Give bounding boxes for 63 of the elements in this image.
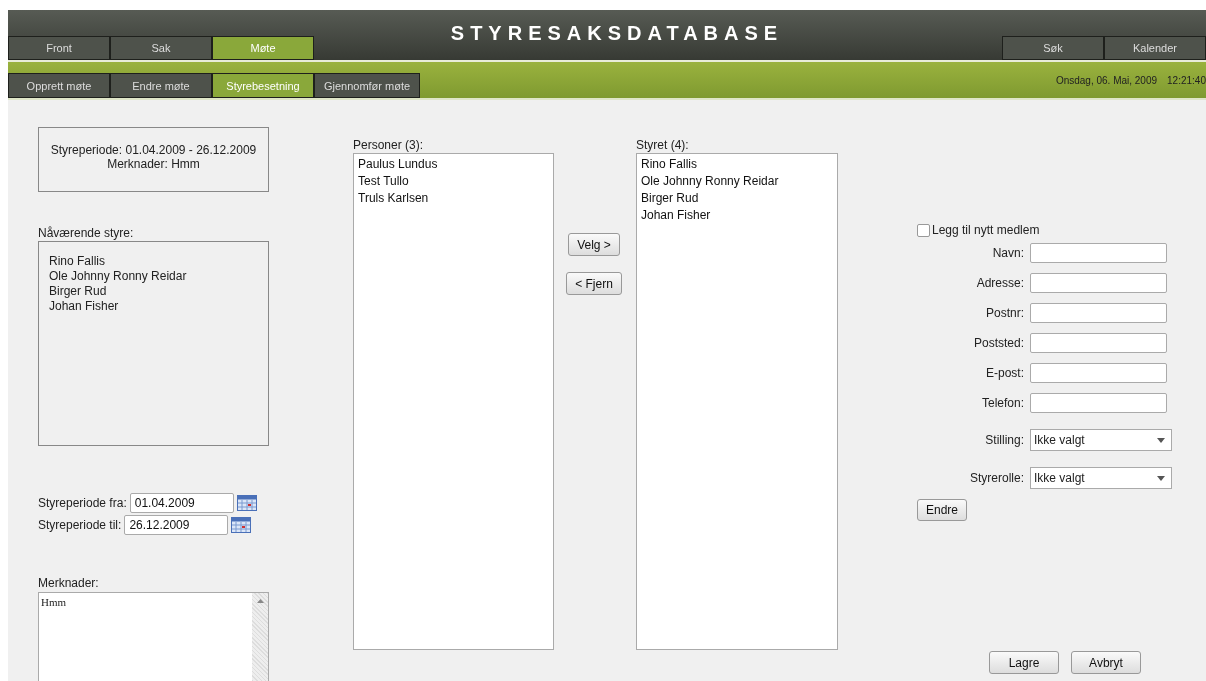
input-field[interactable] [1030,393,1167,413]
nav-tab[interactable]: Søk [1002,36,1104,60]
caret-icon [1157,437,1165,443]
member-name: Johan Fisher [49,299,119,314]
calendar-icon[interactable] [236,495,257,511]
member-name: Birger Rud [49,284,107,299]
action-button[interactable]: Avbryt [1071,651,1141,674]
field-label: Adresse: [975,276,1024,290]
field-label: Styreperiode fra: [38,496,127,510]
dropdown[interactable]: Ikke valgt [1030,467,1172,489]
list-item[interactable]: Paulus Lundus [356,156,440,173]
field-label: Postnr: [985,306,1024,320]
checkbox-label: Legg til nytt medlem [932,223,1040,237]
list-item[interactable]: Truls Karlsen [356,190,431,207]
scrollbar[interactable] [252,593,268,681]
dropdown[interactable]: Ikke valgt [1030,429,1172,451]
input-field[interactable] [1030,243,1167,263]
checkbox[interactable] [917,223,930,237]
caret-icon [1157,475,1165,481]
field-label: Stilling: [984,433,1024,447]
nav-tab[interactable]: Front [8,36,110,60]
list-label: Styret (4): [636,138,690,152]
member-name: Ole Johnny Ronny Reidar [49,269,187,284]
input-field[interactable] [1030,333,1167,353]
date-field[interactable]: 01.04.2009 [129,493,234,513]
remarks-text: Merknader: Hmm [107,156,200,171]
nav-tab[interactable]: Kalender [1104,36,1206,60]
list-box[interactable]: Paulus Lundus Test Tullo Truls Karlsen [353,153,554,650]
list-item[interactable]: Ole Johnny Ronny Reidar [639,173,781,190]
field-label: Styrerolle: [968,471,1024,485]
input-field[interactable] [1030,273,1167,293]
nav-tab[interactable]: Opprett møte [8,73,110,98]
field-label: Merknader: [38,576,100,590]
field-label: Navn: [991,246,1024,260]
list-item[interactable]: Test Tullo [356,173,411,190]
field-label: E-post: [985,366,1024,380]
list-label: Personer (3): [353,138,425,152]
nav-tab[interactable]: Endre møte [110,73,212,98]
nav-tab[interactable]: Sak [110,36,212,60]
edit-button[interactable]: Endre [917,499,968,521]
move-button[interactable]: Velg > [568,233,620,256]
list-item[interactable]: Rino Fallis [639,156,699,173]
list-item[interactable]: Johan Fisher [639,207,713,224]
list-box[interactable]: Rino Fallis Ole Johnny Ronny Reidar Birger Rud Johan Fisher [636,153,838,650]
input-field[interactable] [1030,363,1167,383]
period-text: Styreperiode: 01.04.2009 - 26.12.2009 [50,142,257,157]
up-arrow-icon[interactable] [256,599,264,603]
nav-tab[interactable]: Gjennomfør møte [314,73,420,98]
date-field[interactable]: 26.12.2009 [124,515,229,535]
field-label: Styreperiode til: [38,518,122,532]
list-item[interactable]: Birger Rud [639,190,701,207]
app-title: STYRESAKSDATABASE [450,22,784,45]
date-text: Onsdag, 06. Mai, 2009 [1055,74,1158,86]
calendar-icon[interactable] [231,517,252,533]
field-label: Telefon: [980,396,1024,410]
time-text: 12:21:40 [1167,74,1206,86]
member-name: Rino Fallis [49,254,105,269]
move-button[interactable]: < Fjern [566,272,622,295]
remarks-field[interactable]: Hmm [38,592,269,681]
action-button[interactable]: Lagre [989,651,1059,674]
input-field[interactable] [1030,303,1167,323]
field-label: Poststed: [972,336,1024,350]
section-label: Nåværende styre: [38,226,135,240]
